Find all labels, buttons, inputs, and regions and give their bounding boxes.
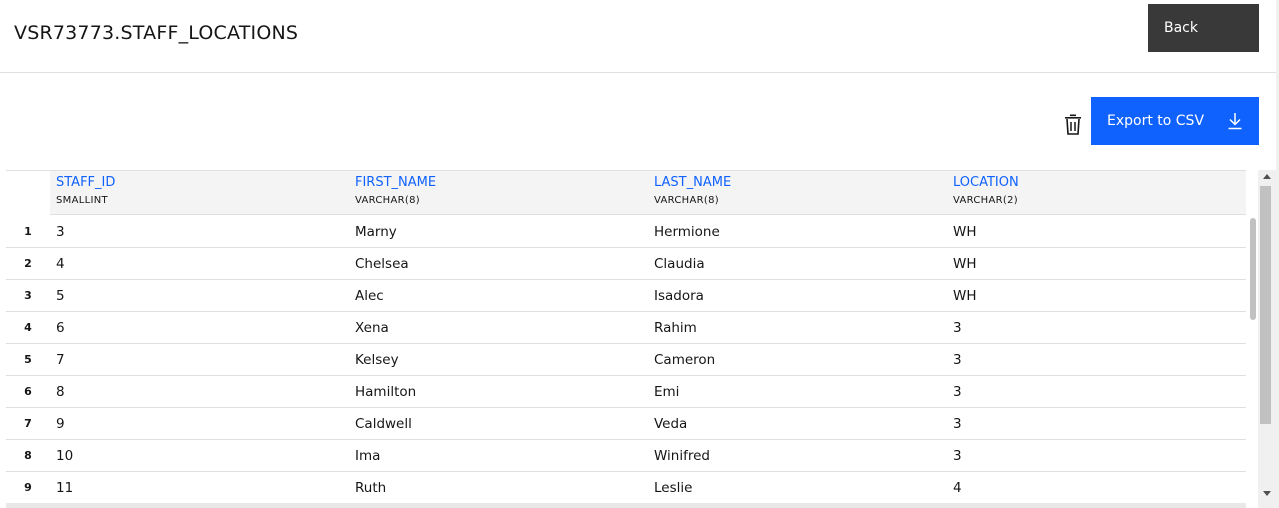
cell-staff-id[interactable]: 7 [56,352,65,368]
column-name: FIRST_NAME [355,175,437,190]
data-table: STAFF_ID SMALLINT FIRST_NAME VARCHAR(8) … [6,170,1246,508]
row-number: 4 [24,321,32,334]
cell-location[interactable]: 3 [953,416,962,432]
table-row[interactable]: 1 3 Marny Hermione WH [6,216,1246,248]
column-header-staff-id[interactable]: STAFF_ID SMALLINT [56,175,115,206]
cell-staff-id[interactable]: 5 [56,288,65,304]
column-name: STAFF_ID [56,175,116,190]
cell-first-name[interactable]: Marny [355,224,397,240]
table-row[interactable]: 6 8 Hamilton Emi 3 [6,376,1246,408]
table-row[interactable]: 7 9 Caldwell Veda 3 [6,408,1246,440]
trash-icon[interactable] [1063,114,1083,136]
column-header-location[interactable]: LOCATION VARCHAR(2) [953,175,1019,206]
cell-staff-id[interactable]: 11 [56,480,73,496]
cell-first-name[interactable]: Ruth [355,480,386,496]
cell-staff-id[interactable]: 3 [56,224,65,240]
cell-staff-id[interactable]: 9 [56,416,65,432]
cell-last-name[interactable]: Hermione [654,224,720,240]
cell-last-name[interactable]: Claudia [654,256,705,272]
cell-location[interactable]: 4 [953,480,962,496]
column-type: VARCHAR(8) [654,195,719,206]
row-number: 1 [24,225,32,238]
scroll-up-icon[interactable] [1263,174,1271,179]
cell-location[interactable]: WH [953,256,977,272]
cell-last-name[interactable]: Winifred [654,448,710,464]
cell-location[interactable]: WH [953,224,977,240]
column-name: LAST_NAME [654,175,732,190]
cell-last-name[interactable]: Cameron [654,352,715,368]
horizontal-scrollbar[interactable] [6,503,1246,508]
cell-location[interactable]: 3 [953,352,962,368]
row-number-header [6,171,50,216]
cell-location[interactable]: 3 [953,448,962,464]
table-row[interactable]: 2 4 Chelsea Claudia WH [6,248,1246,280]
cell-first-name[interactable]: Kelsey [355,352,399,368]
table-row[interactable]: 9 11 Ruth Leslie 4 [6,472,1246,504]
scroll-down-icon[interactable] [1263,491,1271,496]
row-number: 8 [24,449,32,462]
cell-location[interactable]: 3 [953,384,962,400]
column-type: SMALLINT [56,195,108,206]
cell-first-name[interactable]: Xena [355,320,389,336]
cell-staff-id[interactable]: 8 [56,384,65,400]
cell-staff-id[interactable]: 10 [56,448,73,464]
cell-first-name[interactable]: Caldwell [355,416,412,432]
column-header-first-name[interactable]: FIRST_NAME VARCHAR(8) [355,175,436,206]
cell-staff-id[interactable]: 4 [56,256,65,272]
column-type: VARCHAR(8) [355,195,420,206]
table-row[interactable]: 4 6 Xena Rahim 3 [6,312,1246,344]
table-header: STAFF_ID SMALLINT FIRST_NAME VARCHAR(8) … [6,170,1246,216]
cell-first-name[interactable]: Hamilton [355,384,416,400]
table-scrollbar-thumb[interactable] [1250,218,1256,320]
cell-last-name[interactable]: Rahim [654,320,697,336]
column-header-last-name[interactable]: LAST_NAME VARCHAR(8) [654,175,731,206]
cell-location[interactable]: WH [953,288,977,304]
cell-last-name[interactable]: Emi [654,384,679,400]
cell-location[interactable]: 3 [953,320,962,336]
page-header: VSR73773.STAFF_LOCATIONS Back [0,0,1279,73]
scrollbar-thumb[interactable] [1260,186,1271,424]
cell-last-name[interactable]: Isadora [654,288,704,304]
export-csv-button[interactable]: Export to CSV [1091,97,1259,145]
download-icon [1227,112,1243,130]
back-button[interactable]: Back [1148,4,1259,52]
cell-first-name[interactable]: Alec [355,288,384,304]
table-row[interactable]: 3 5 Alec Isadora WH [6,280,1246,312]
cell-last-name[interactable]: Veda [654,416,687,432]
row-number: 3 [24,289,32,302]
table-row[interactable]: 5 7 Kelsey Cameron 3 [6,344,1246,376]
row-number: 9 [24,481,32,494]
export-csv-label: Export to CSV [1107,113,1205,129]
row-number: 5 [24,353,32,366]
row-number: 7 [24,417,32,430]
page-title: VSR73773.STAFF_LOCATIONS [14,22,299,44]
cell-first-name[interactable]: Ima [355,448,380,464]
cell-last-name[interactable]: Leslie [654,480,692,496]
column-type: VARCHAR(2) [953,195,1018,206]
cell-first-name[interactable]: Chelsea [355,256,409,272]
row-number: 2 [24,257,32,270]
vertical-scrollbar[interactable] [1258,170,1279,508]
column-name: LOCATION [953,175,1019,190]
cell-staff-id[interactable]: 6 [56,320,65,336]
table-row[interactable]: 8 10 Ima Winifred 3 [6,440,1246,472]
row-number: 6 [24,385,32,398]
